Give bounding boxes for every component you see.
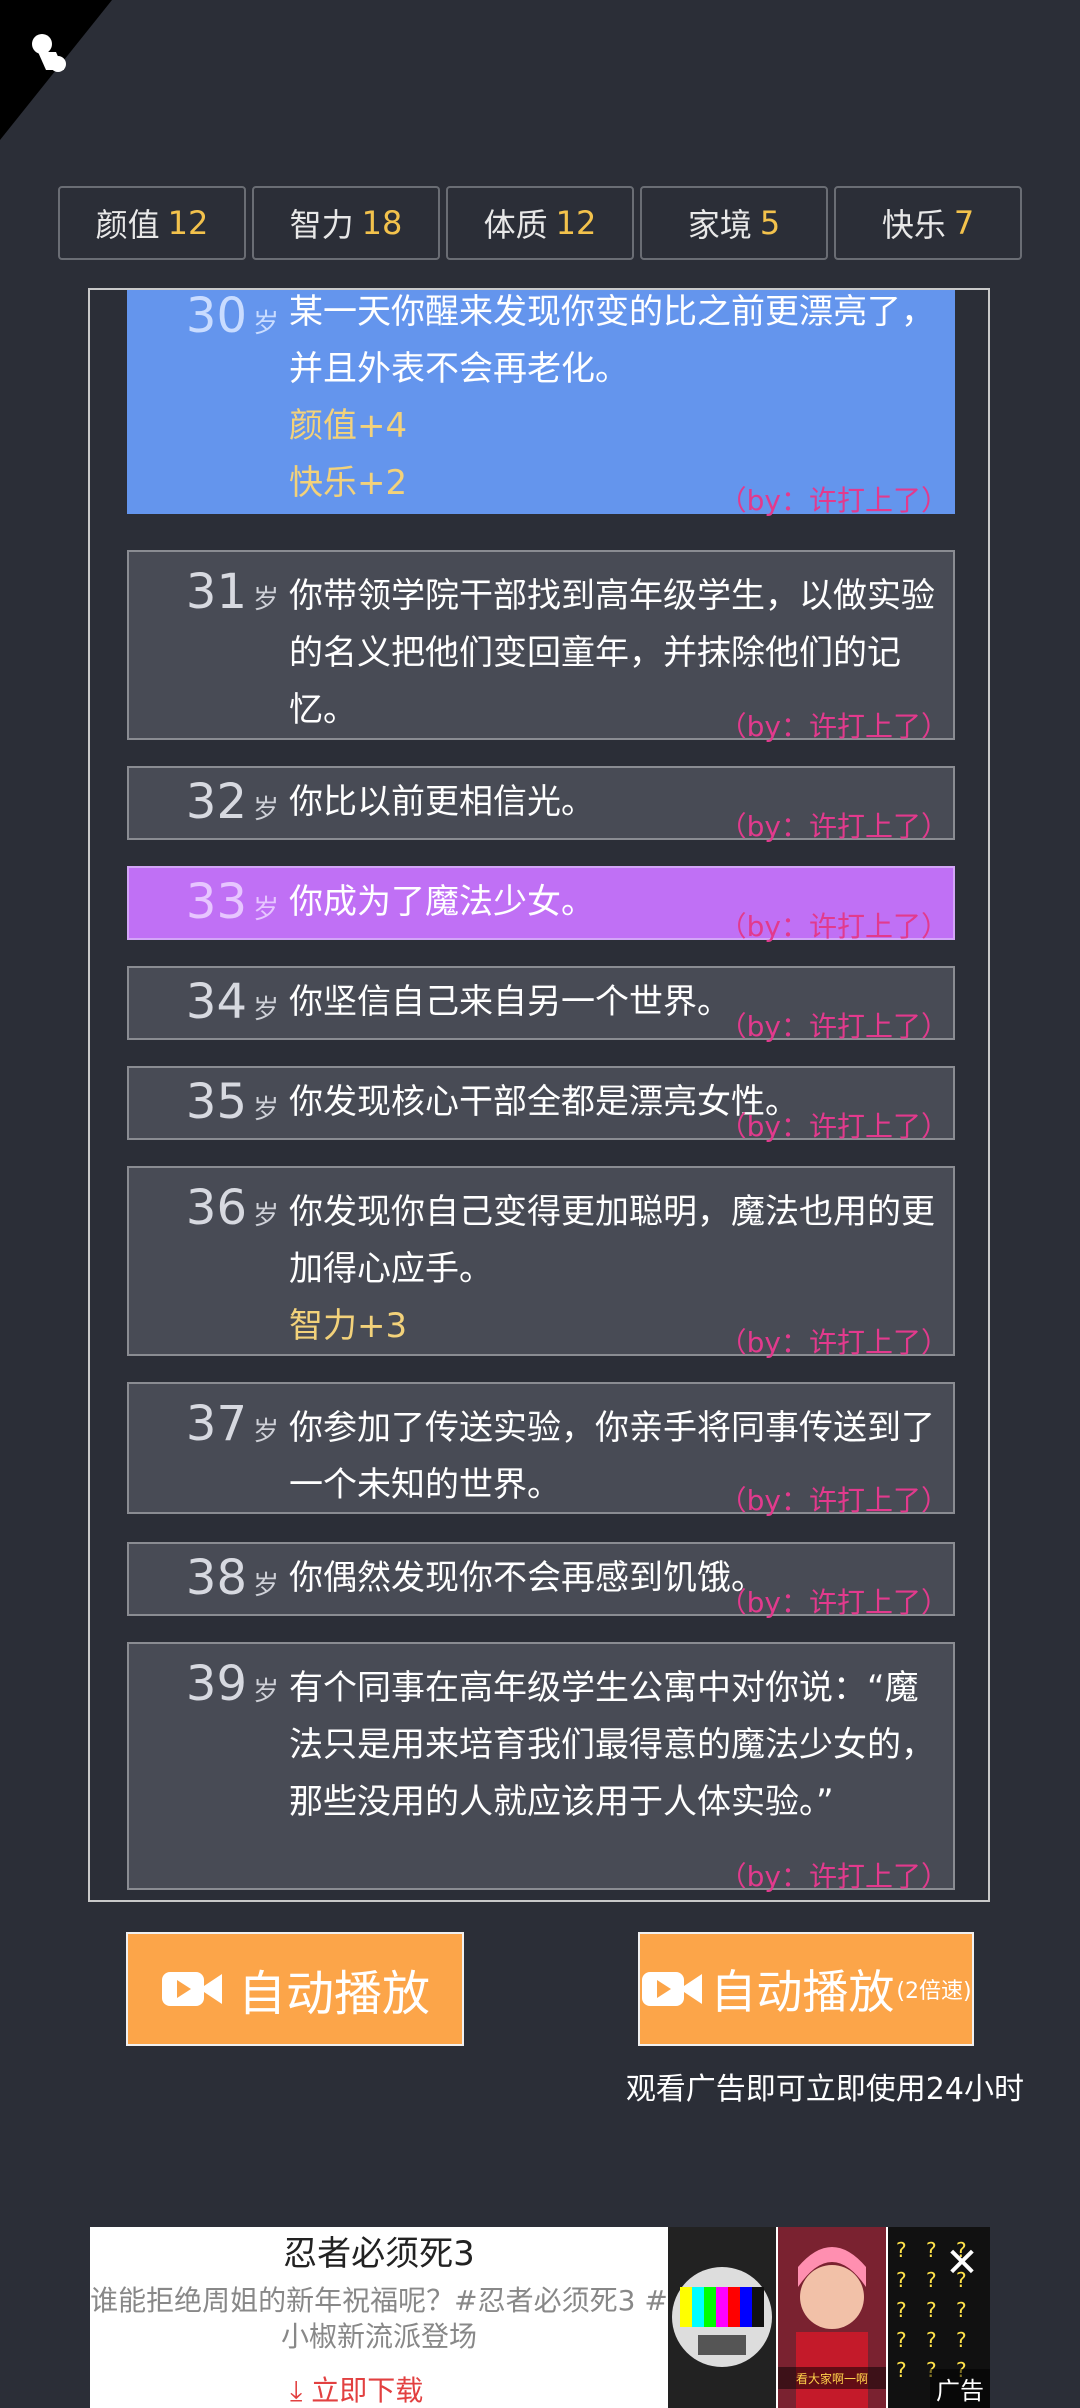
- event-item: 34 岁 你坚信自己来自另一个世界。 （by：许打上了）: [127, 966, 955, 1043]
- ad-badge: 广告: [930, 2369, 990, 2408]
- download-icon: ⤓: [290, 2374, 312, 2407]
- author-credit: （by：许打上了）: [718, 484, 949, 517]
- event-text: 某一天你醒来发现你变的比之前更漂亮了，并且外表不会再老化。 颜值+4 快乐+2: [289, 290, 939, 512]
- stats-bar: 颜值 12 智力 18 体质 12 家境 5 快乐 7: [58, 186, 1022, 260]
- svg-text:?: ?: [926, 2238, 937, 2262]
- event-age: 39 岁: [185, 1656, 279, 1712]
- svg-text:?: ?: [896, 2358, 907, 2382]
- svg-text:?: ?: [926, 2268, 937, 2292]
- ad-note: 观看广告即可立即使用24小时: [625, 2072, 1024, 2107]
- author-credit: （by：许打上了）: [718, 1484, 949, 1517]
- event-age: 33 岁: [185, 874, 279, 930]
- stat-value: 12: [167, 204, 209, 242]
- author-credit: （by：许打上了）: [718, 810, 949, 843]
- author-credit: （by：许打上了）: [718, 1110, 949, 1143]
- svg-text:?: ?: [896, 2298, 907, 2322]
- event-age: 30 岁: [185, 288, 279, 344]
- svg-text:?: ?: [956, 2298, 967, 2322]
- event-item: 36 岁 你发现你自己变得更加聪明，魔法也用的更加得心应手。 智力+3 （by：许…: [127, 1166, 955, 1359]
- download-link[interactable]: ⤓ 立即下载: [290, 2369, 423, 2408]
- event-item: 31 岁 你带领学院干部找到高年级学生，以做实验的名义把他们变回童年，并抹除他们的…: [127, 550, 955, 743]
- event-log[interactable]: 30 岁 某一天你醒来发现你变的比之前更漂亮了，并且外表不会再老化。 颜值+4 快…: [88, 288, 990, 1902]
- stat-value: 12: [555, 204, 597, 242]
- video-camera-icon: [161, 1972, 222, 2006]
- speed-label: (2倍速): [896, 1979, 972, 2004]
- autoplay-fast-label: 自动播放: [710, 1965, 895, 2019]
- stat-constitution: 体质 12: [446, 186, 634, 260]
- svg-text:?: ?: [926, 2328, 937, 2352]
- author-credit: （by：许打上了）: [718, 1860, 949, 1893]
- stat-label: 快乐: [881, 206, 946, 244]
- svg-text:?: ?: [896, 2238, 907, 2262]
- svg-text:?: ?: [956, 2328, 967, 2352]
- event-age: 32 岁: [185, 774, 279, 830]
- ad-title[interactable]: 忍者必须死3: [90, 2229, 668, 2279]
- event-age: 34 岁: [185, 974, 279, 1030]
- stat-value: 7: [953, 204, 975, 242]
- ad-description[interactable]: 谁能拒绝周姐的新年祝福呢？#忍者必须死3 #小椒新流派登场: [90, 2283, 668, 2355]
- event-item: 32 岁 你比以前更相信光。 （by：许打上了）: [127, 766, 955, 843]
- autoplay-label: 自动播放: [237, 1966, 430, 2022]
- event-item: 39 岁 有个同事在高年级学生公寓中对你说：“魔法只是用来培育我们最得意的魔法少女…: [127, 1642, 955, 1893]
- event-item: 37 岁 你参加了传送实验，你亲手将同事传送到了一个未知的世界。 （by：许打上了…: [127, 1382, 955, 1517]
- share-icon[interactable]: [26, 30, 74, 78]
- test-pattern-image: [668, 2227, 776, 2408]
- svg-text:?: ?: [926, 2298, 937, 2322]
- event-text: 有个同事在高年级学生公寓中对你说：“魔法只是用来培育我们最得意的魔法少女的，那些…: [289, 1668, 935, 1822]
- author-credit: （by：许打上了）: [718, 1010, 949, 1043]
- stat-label: 体质: [483, 206, 548, 244]
- stat-label: 家境: [687, 206, 752, 244]
- author-credit: （by：许打上了）: [718, 710, 949, 743]
- ad-banner[interactable]: 忍者必须死3 谁能拒绝周姐的新年祝福呢？#忍者必须死3 #小椒新流派登场 ⤓ 立…: [90, 2227, 990, 2408]
- svg-text:?: ?: [896, 2328, 907, 2352]
- stat-family: 家境 5: [640, 186, 828, 260]
- svg-text:?: ?: [896, 2268, 907, 2292]
- event-item: 33 岁 你成为了魔法少女。 （by：许打上了）: [127, 866, 955, 943]
- event-age: 35 岁: [185, 1074, 279, 1130]
- event-age: 36 岁: [185, 1180, 279, 1236]
- stat-value: 18: [361, 204, 403, 242]
- close-icon[interactable]: ✕: [940, 2241, 984, 2285]
- event-age: 38 岁: [185, 1550, 279, 1606]
- author-credit: （by：许打上了）: [718, 910, 949, 943]
- video-camera-icon: [642, 1972, 703, 2006]
- author-credit: （by：许打上了）: [718, 1326, 949, 1359]
- ad-photo-caption: 看大家啊一啊: [796, 2371, 868, 2386]
- stat-value: 5: [759, 204, 781, 242]
- autoplay-button[interactable]: 自动播放: [126, 1932, 464, 2046]
- event-age: 31 岁: [185, 564, 279, 620]
- stat-label: 颜值: [95, 206, 160, 244]
- stat-intelligence: 智力 18: [252, 186, 440, 260]
- event-item: 35 岁 你发现核心干部全都是漂亮女性。 （by：许打上了）: [127, 1066, 955, 1143]
- effect-text: 颜值+4: [289, 406, 408, 446]
- stat-appearance: 颜值 12: [58, 186, 246, 260]
- event-item: 30 岁 某一天你醒来发现你变的比之前更漂亮了，并且外表不会再老化。 颜值+4 快…: [127, 288, 955, 517]
- ad-photo: 看大家啊一啊: [778, 2227, 886, 2408]
- stat-label: 智力: [289, 206, 354, 244]
- event-age: 37 岁: [185, 1396, 279, 1452]
- author-credit: （by：许打上了）: [718, 1586, 949, 1619]
- event-item: 38 岁 你偶然发现你不会再感到饥饿。 （by：许打上了）: [127, 1542, 955, 1619]
- stat-happiness: 快乐 7: [834, 186, 1022, 260]
- autoplay-fast-button[interactable]: 自动播放 (2倍速): [638, 1932, 974, 2046]
